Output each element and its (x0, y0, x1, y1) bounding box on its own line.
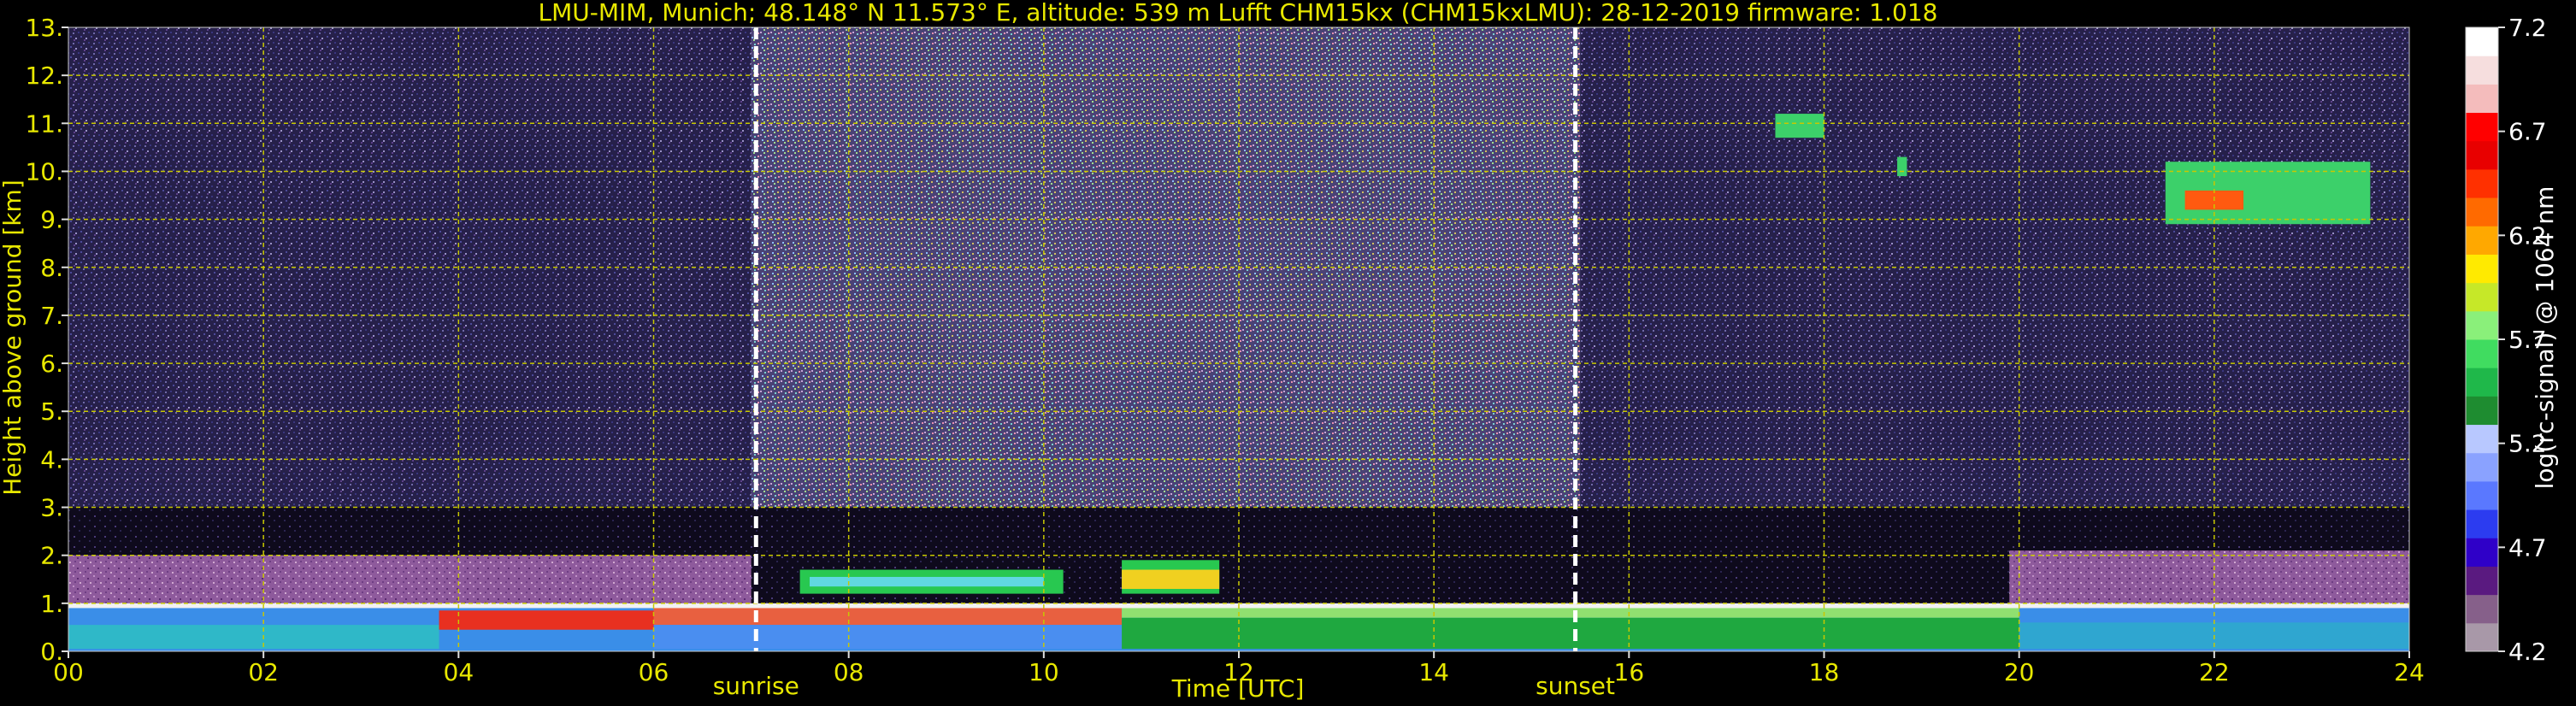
colorbar-segment (2466, 197, 2498, 227)
colorbar-segment (2466, 282, 2498, 312)
y-tick-label: 9. (40, 206, 63, 234)
colorbar-segment (2466, 84, 2498, 114)
colorbar-tick-label: 4.7 (2508, 533, 2547, 562)
colorbar-tick-label: 6.7 (2508, 118, 2547, 146)
chart-title: LMU-MIM, Munich; 48.148° N 11.573° E, al… (539, 0, 1938, 26)
colorbar-segment (2466, 452, 2498, 482)
boundary-layer-band (68, 625, 439, 650)
y-tick-label: 8. (40, 254, 63, 282)
colorbar-segment (2466, 254, 2498, 284)
boundary-layer-band (1122, 617, 2019, 650)
colorbar-segment (2466, 368, 2498, 397)
colorbar-segment (2466, 424, 2498, 454)
colorbar-segment (2466, 396, 2498, 426)
colorbar-segment (2466, 310, 2498, 340)
plot-area (68, 26, 2410, 652)
y-tick-label: 13. (25, 14, 63, 42)
y-tick-label: 4. (40, 445, 63, 474)
y-tick-label: 11. (25, 109, 63, 138)
colorbar-tick-label: 4.2 (2508, 638, 2547, 666)
colorbar-tick-label: 7.2 (2508, 14, 2547, 42)
x-tick-label: 02 (248, 658, 279, 686)
layer-residual-layer-1 (68, 555, 752, 606)
colorbar-segment (2466, 538, 2498, 567)
x-tick-label: 20 (2004, 658, 2035, 686)
colorbar-segment (2466, 168, 2498, 198)
y-tick-label: 1. (40, 590, 63, 618)
colorbar-segment (2466, 566, 2498, 596)
y-tick-label: 6. (40, 350, 63, 378)
y-axis-label: Height above ground [km] (0, 179, 27, 496)
x-axis-label: Time [UTC] (1171, 674, 1305, 703)
low-cloud-core (1122, 569, 1220, 589)
sunset-label: sunset (1536, 672, 1615, 700)
y-tick-label: 3. (40, 494, 63, 522)
colorbar-segment (2466, 112, 2498, 142)
colorbar-segment (2466, 56, 2498, 85)
layer-cirrus-6 (1775, 114, 1824, 138)
colorbar-segment (2466, 27, 2498, 56)
colorbar-segment (2466, 622, 2498, 652)
x-tick-label: 22 (2199, 658, 2230, 686)
layer-cirrus-7 (1897, 156, 1907, 177)
y-tick-label: 0. (40, 638, 63, 666)
x-tick-label: 10 (1029, 658, 1059, 686)
x-tick-label: 18 (1809, 658, 1840, 686)
low-cloud-core (810, 576, 1044, 587)
ceilometer-quicklook: LMU-MIM, Munich; 48.148° N 11.573° E, al… (0, 0, 2576, 706)
boundary-layer-band (653, 605, 1123, 626)
x-tick-label: 06 (639, 658, 669, 686)
y-tick-label: 12. (25, 62, 63, 90)
colorbar-segment (2466, 339, 2498, 368)
colorbar-segment (2466, 226, 2498, 255)
boundary-layer-band (439, 610, 654, 630)
colorbar-label: log(rc-signal) @ 1064 nm (2531, 186, 2559, 490)
colorbar-segment (2466, 509, 2498, 538)
x-tick-label: 24 (2394, 658, 2425, 686)
layer-residual-layer-2 (2009, 550, 2409, 606)
y-tick-label: 5. (40, 397, 63, 426)
y-tick-label: 10. (25, 157, 63, 185)
sunrise-label: sunrise (713, 672, 799, 700)
colorbar-segment (2466, 480, 2498, 510)
x-tick-label: 08 (834, 658, 864, 686)
colorbar-segment (2466, 140, 2498, 170)
x-tick-label: 14 (1418, 658, 1449, 686)
boundary-layer-band (653, 625, 1123, 650)
x-tick-label: 04 (444, 658, 475, 686)
y-tick-label: 2. (40, 542, 63, 570)
x-tick-label: 16 (1614, 658, 1645, 686)
colorbar-segment (2466, 594, 2498, 624)
y-tick-label: 7. (40, 302, 63, 330)
